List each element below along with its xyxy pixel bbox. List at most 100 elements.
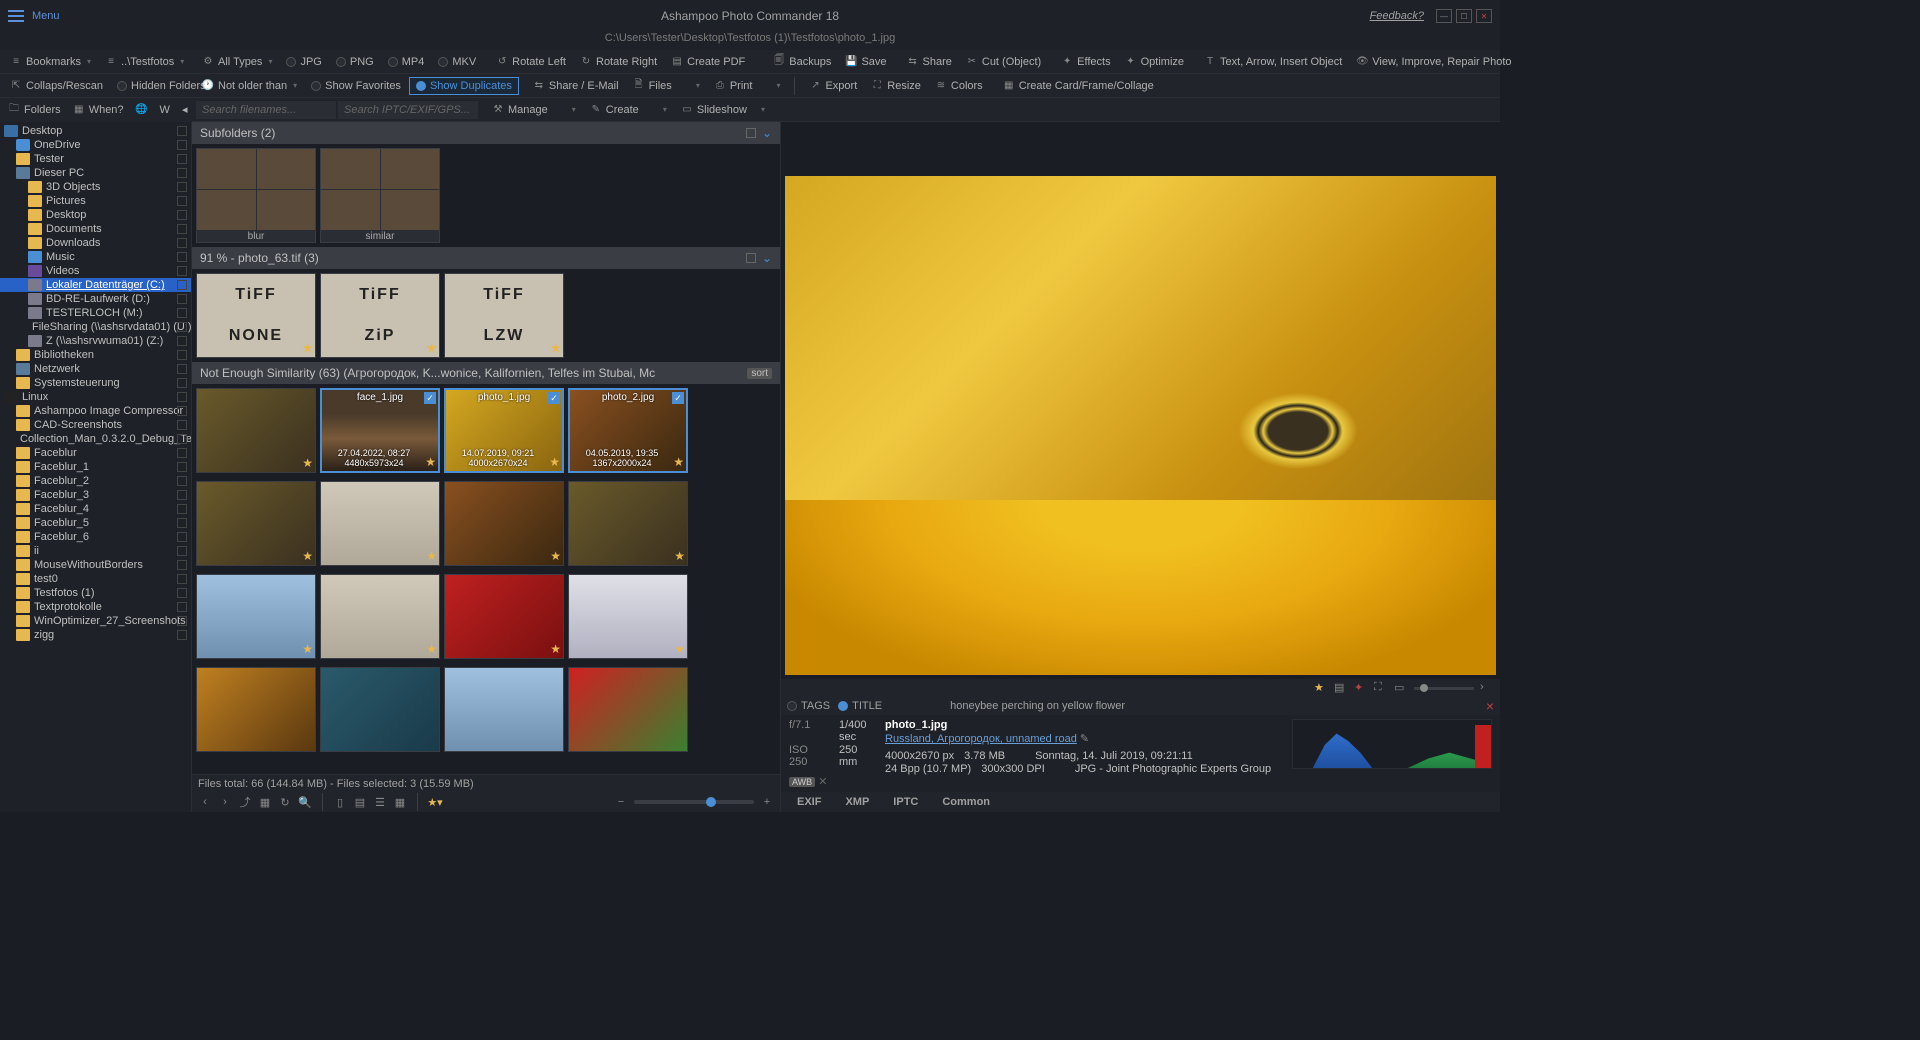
zoom-out-icon[interactable]: − xyxy=(614,795,628,809)
tree-item[interactable]: Faceblur_6 xyxy=(0,530,191,544)
search-filenames-input[interactable] xyxy=(196,101,336,119)
tree-check[interactable] xyxy=(177,518,187,528)
pt-fullscreen-icon[interactable]: ⛶ xyxy=(1374,681,1388,695)
tree-check[interactable] xyxy=(177,434,187,444)
tree-item[interactable]: BD-RE-Laufwerk (D:) xyxy=(0,292,191,306)
sb-view4-icon[interactable]: ▦ xyxy=(393,795,407,809)
tree-check[interactable] xyxy=(177,308,187,318)
group-check[interactable] xyxy=(746,128,756,138)
group-header-subfolders[interactable]: Subfolders (2) ⌄ xyxy=(192,122,780,144)
tree-item[interactable]: MouseWithoutBorders xyxy=(0,558,191,572)
backups-button[interactable]: 🗐Backups xyxy=(767,54,837,70)
nav-first-icon[interactable]: ‹ xyxy=(198,795,212,809)
tab-iptc[interactable]: IPTC xyxy=(893,796,918,808)
star-icon[interactable]: ★ xyxy=(673,455,684,469)
thumbnail-scroll[interactable]: Subfolders (2) ⌄ blur similar 91 % - pho… xyxy=(192,122,780,774)
pt-focus-icon[interactable]: ✦ xyxy=(1354,681,1368,695)
testfotos-button[interactable]: ≡..\Testfotos▾ xyxy=(99,54,190,70)
thumb[interactable]: ★ xyxy=(196,388,316,473)
tab-xmp[interactable]: XMP xyxy=(845,796,869,808)
feedback-link[interactable]: Feedback? xyxy=(1370,10,1424,22)
tree-item[interactable]: WinOptimizer_27_Screenshots xyxy=(0,614,191,628)
tree-item[interactable]: Faceblur_4 xyxy=(0,502,191,516)
share-button[interactable]: ⇆Share xyxy=(901,54,958,70)
group-check[interactable] xyxy=(746,253,756,263)
tree-item[interactable]: ii xyxy=(0,544,191,558)
nav-last-icon[interactable]: › xyxy=(218,795,232,809)
tree-check[interactable] xyxy=(177,546,187,556)
star-icon[interactable]: ★ xyxy=(425,455,436,469)
zoom-in-icon[interactable]: + xyxy=(760,795,774,809)
tree-item[interactable]: Pictures xyxy=(0,194,191,208)
sb-star-icon[interactable]: ★▾ xyxy=(428,795,442,809)
zoom-slider[interactable] xyxy=(634,800,754,804)
tree-item[interactable]: Linux xyxy=(0,390,191,404)
star-icon[interactable]: ★ xyxy=(549,455,560,469)
thumb[interactable] xyxy=(320,667,440,752)
thumb[interactable]: ★ xyxy=(320,481,440,566)
chevron-down-icon[interactable]: ⌄ xyxy=(762,251,772,265)
tree-check[interactable] xyxy=(177,490,187,500)
star-icon[interactable]: ★ xyxy=(550,341,561,355)
preview-image[interactable] xyxy=(785,176,1496,675)
save-button[interactable]: 💾Save xyxy=(839,54,892,70)
sb-refresh-icon[interactable]: ↻ xyxy=(278,795,292,809)
star-icon[interactable]: ★ xyxy=(302,456,313,470)
export-button[interactable]: ↗Export xyxy=(803,78,863,94)
tree-item[interactable]: Faceblur xyxy=(0,446,191,460)
view-improve-button[interactable]: 👁View, Improve, Repair Photo xyxy=(1350,54,1517,70)
tree-item[interactable]: Tester xyxy=(0,152,191,166)
tree-check[interactable] xyxy=(177,140,187,150)
tree-item[interactable]: Lokaler Datenträger (C:) xyxy=(0,278,191,292)
check-icon[interactable]: ✓ xyxy=(548,392,560,404)
show-favorites-toggle[interactable]: Show Favorites xyxy=(305,78,407,94)
tree-item[interactable]: Faceblur_2 xyxy=(0,474,191,488)
tree-item[interactable]: 3D Objects xyxy=(0,180,191,194)
tree-check[interactable] xyxy=(177,350,187,360)
tree-check[interactable] xyxy=(177,238,187,248)
files-button[interactable]: 🗎Files▾ xyxy=(627,78,706,94)
group-header-tiff[interactable]: 91 % - photo_63.tif (3) ⌄ xyxy=(192,247,780,269)
share-email-button[interactable]: ⇆Share / E-Mail xyxy=(527,78,625,94)
nav-prev[interactable]: ◂ xyxy=(178,101,192,118)
thumb-selected[interactable]: face_1.jpg✓27.04.2022, 08:274480x5973x24… xyxy=(320,388,440,473)
tree-check[interactable] xyxy=(177,602,187,612)
pt-more-icon[interactable]: › xyxy=(1480,681,1494,695)
manage-button[interactable]: ⚒Manage▾ xyxy=(486,102,582,118)
print-button[interactable]: ⎙Print▾ xyxy=(708,78,787,94)
tree-check[interactable] xyxy=(177,630,187,640)
star-icon[interactable]: ★ xyxy=(426,341,437,355)
thumb[interactable] xyxy=(568,667,688,752)
maximize-button[interactable]: ☐ xyxy=(1456,9,1472,23)
tree-check[interactable] xyxy=(177,210,187,220)
thumb-tiff-lzw[interactable]: TiFFLZW★ xyxy=(444,273,564,358)
group-header-notsim[interactable]: Not Enough Similarity (63) (Агрогородок,… xyxy=(192,362,780,384)
resize-button[interactable]: ⛶Resize xyxy=(865,78,927,94)
tree-item[interactable]: CAD-Screenshots xyxy=(0,418,191,432)
thumb-selected[interactable]: photo_2.jpg✓04.05.2019, 19:351367x2000x2… xyxy=(568,388,688,473)
location-link[interactable]: Russland, Агрогородок, unnamed road xyxy=(885,733,1077,745)
tree-check[interactable] xyxy=(177,406,187,416)
tree-item[interactable]: Desktop xyxy=(0,208,191,222)
thumb[interactable] xyxy=(196,667,316,752)
tree-check[interactable] xyxy=(177,504,187,514)
chevron-down-icon[interactable]: ⌄ xyxy=(762,126,772,140)
preview-zoom-slider[interactable] xyxy=(1414,687,1474,690)
tab-common[interactable]: Common xyxy=(942,796,990,808)
tree-check[interactable] xyxy=(177,378,187,388)
check-icon[interactable]: ✓ xyxy=(424,392,436,404)
slideshow-button[interactable]: ▭Slideshow▾ xyxy=(675,102,771,118)
tree-item[interactable]: Music xyxy=(0,250,191,264)
subfolder-similar[interactable]: similar xyxy=(320,148,440,243)
tree-check[interactable] xyxy=(177,392,187,402)
tree-check[interactable] xyxy=(177,266,187,276)
create-pdf-button[interactable]: ▤Create PDF xyxy=(665,54,751,70)
bookmarks-button[interactable]: ≡Bookmarks▾ xyxy=(4,54,97,70)
tree-item[interactable]: Systemsteuerung xyxy=(0,376,191,390)
not-older-button[interactable]: 🕐Not older than▾ xyxy=(196,78,303,94)
tree-check[interactable] xyxy=(177,560,187,570)
rotate-right-button[interactable]: ↻Rotate Right xyxy=(574,54,663,70)
tree-item[interactable]: Documents xyxy=(0,222,191,236)
globe-tab[interactable]: 🌐 xyxy=(132,102,152,118)
text-arrow-button[interactable]: TText, Arrow, Insert Object xyxy=(1198,54,1348,70)
